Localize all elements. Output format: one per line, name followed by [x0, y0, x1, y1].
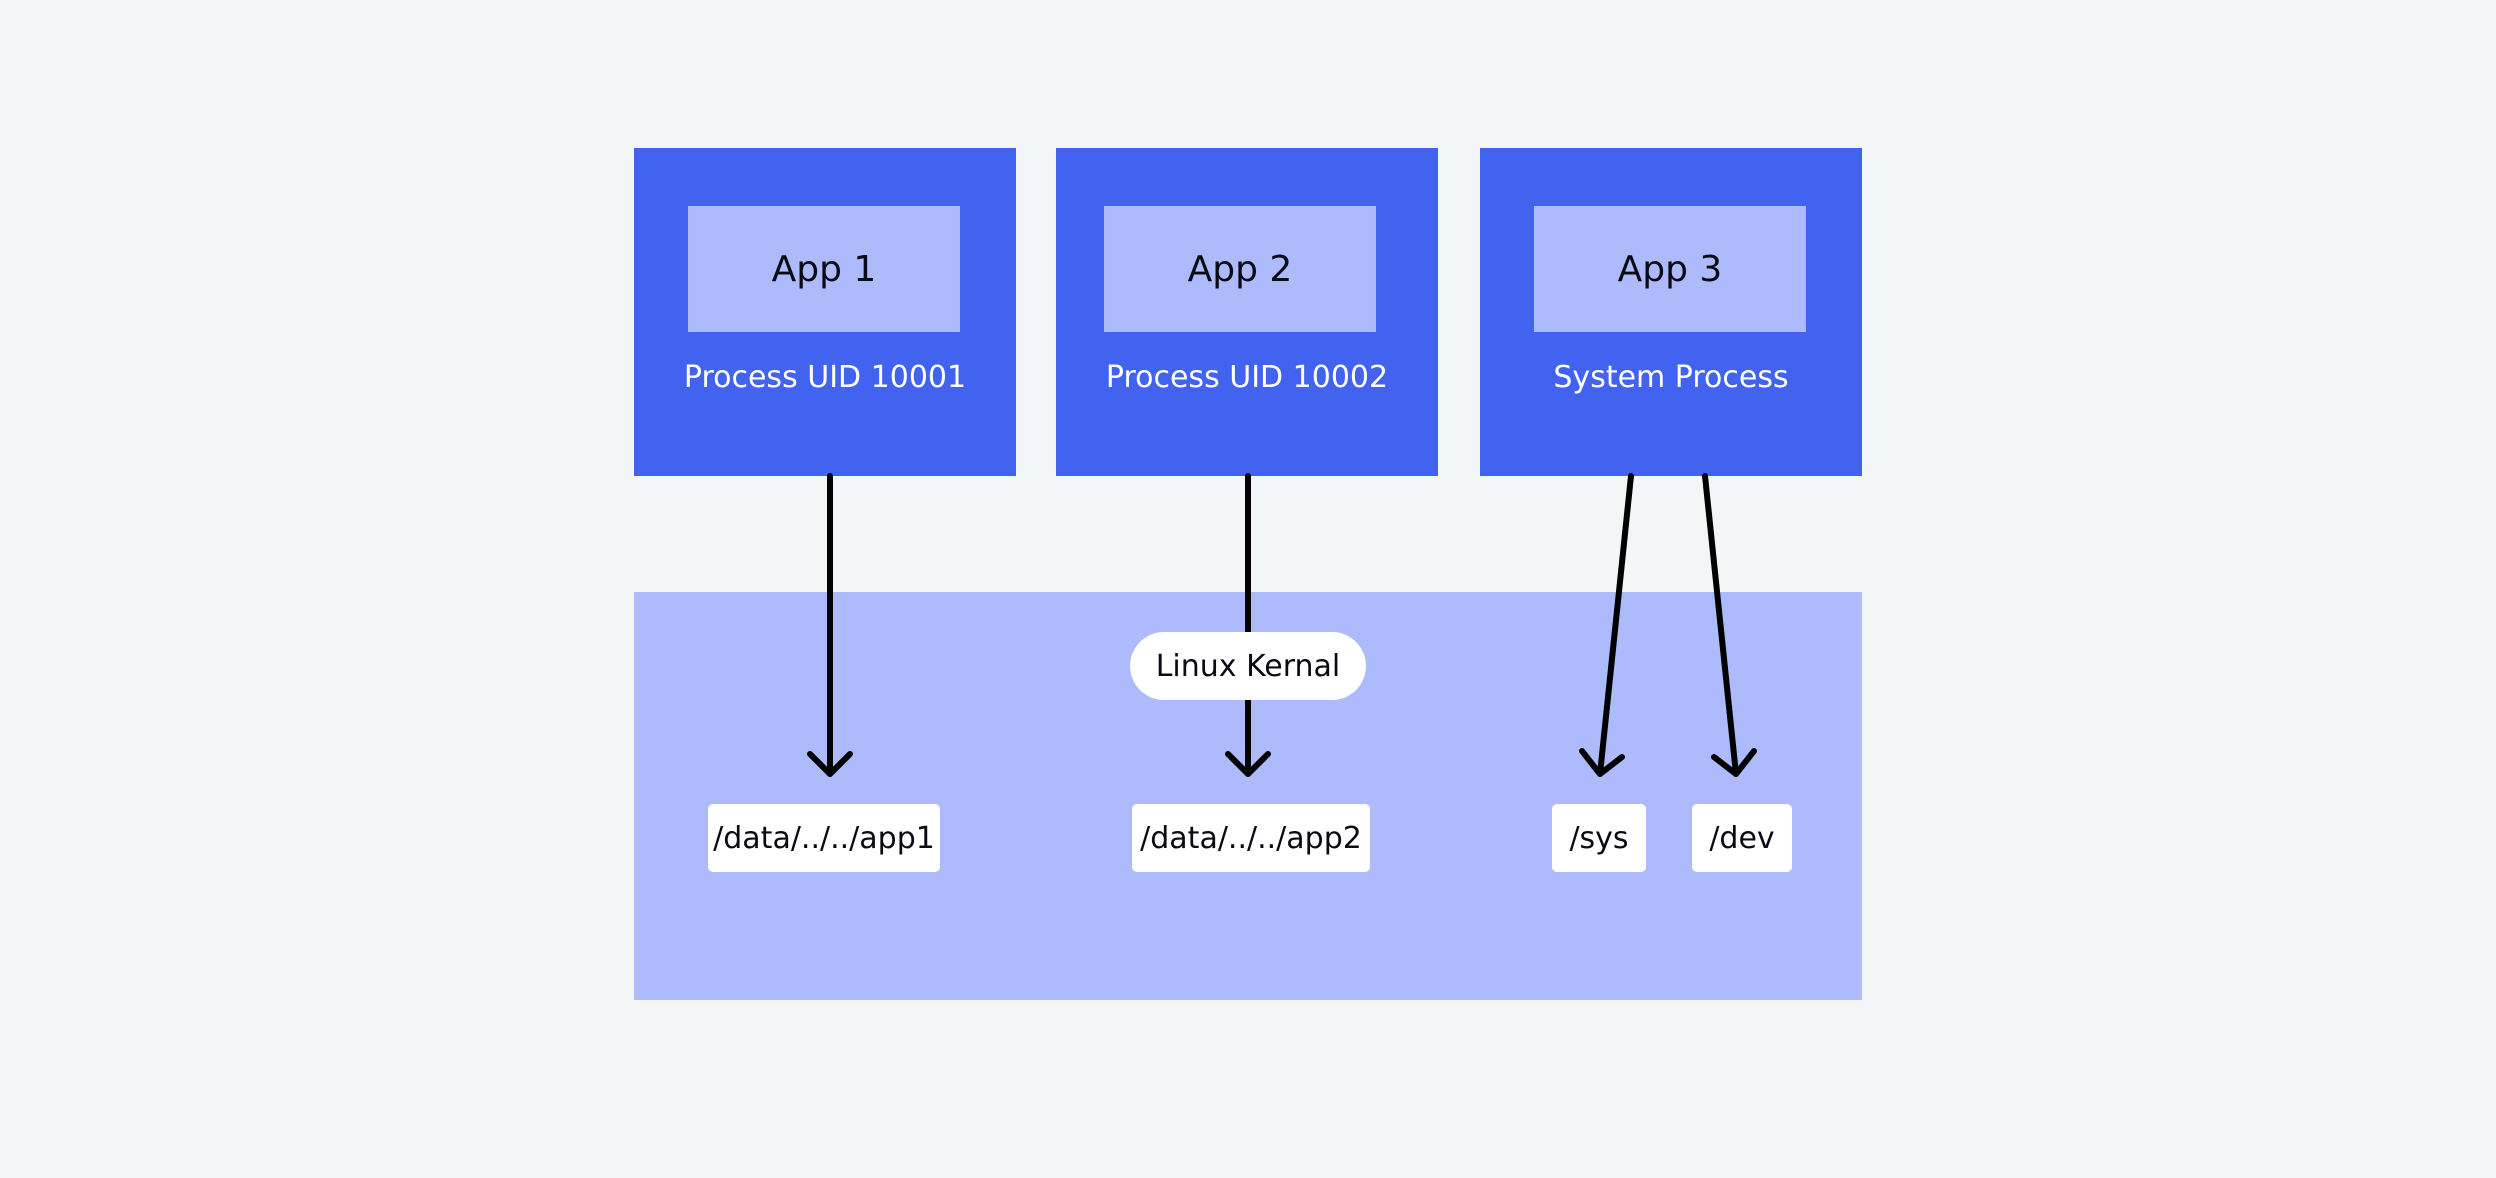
path-text: /data/../../app2	[1140, 820, 1362, 856]
path-text: /dev	[1709, 820, 1775, 856]
kernel-label: Linux Kernal	[1130, 632, 1366, 700]
path-text: /data/../../app1	[713, 820, 935, 856]
arrow-app1-to-data-app1	[807, 473, 853, 777]
arrow-app3-to-dev	[1702, 473, 1757, 777]
path-text: /sys	[1569, 820, 1629, 856]
arrows-layer	[807, 473, 1757, 777]
path-label-dev: /dev	[1692, 804, 1792, 872]
kernel-label-text: Linux Kernal	[1155, 648, 1341, 684]
path-label-app2: /data/../../app2	[1132, 804, 1370, 872]
path-label-sys: /sys	[1552, 804, 1646, 872]
arrow-app3-to-sys	[1579, 473, 1634, 777]
arrow-app2-to-data-app2	[1225, 473, 1271, 777]
path-label-app1: /data/../../app1	[708, 804, 940, 872]
